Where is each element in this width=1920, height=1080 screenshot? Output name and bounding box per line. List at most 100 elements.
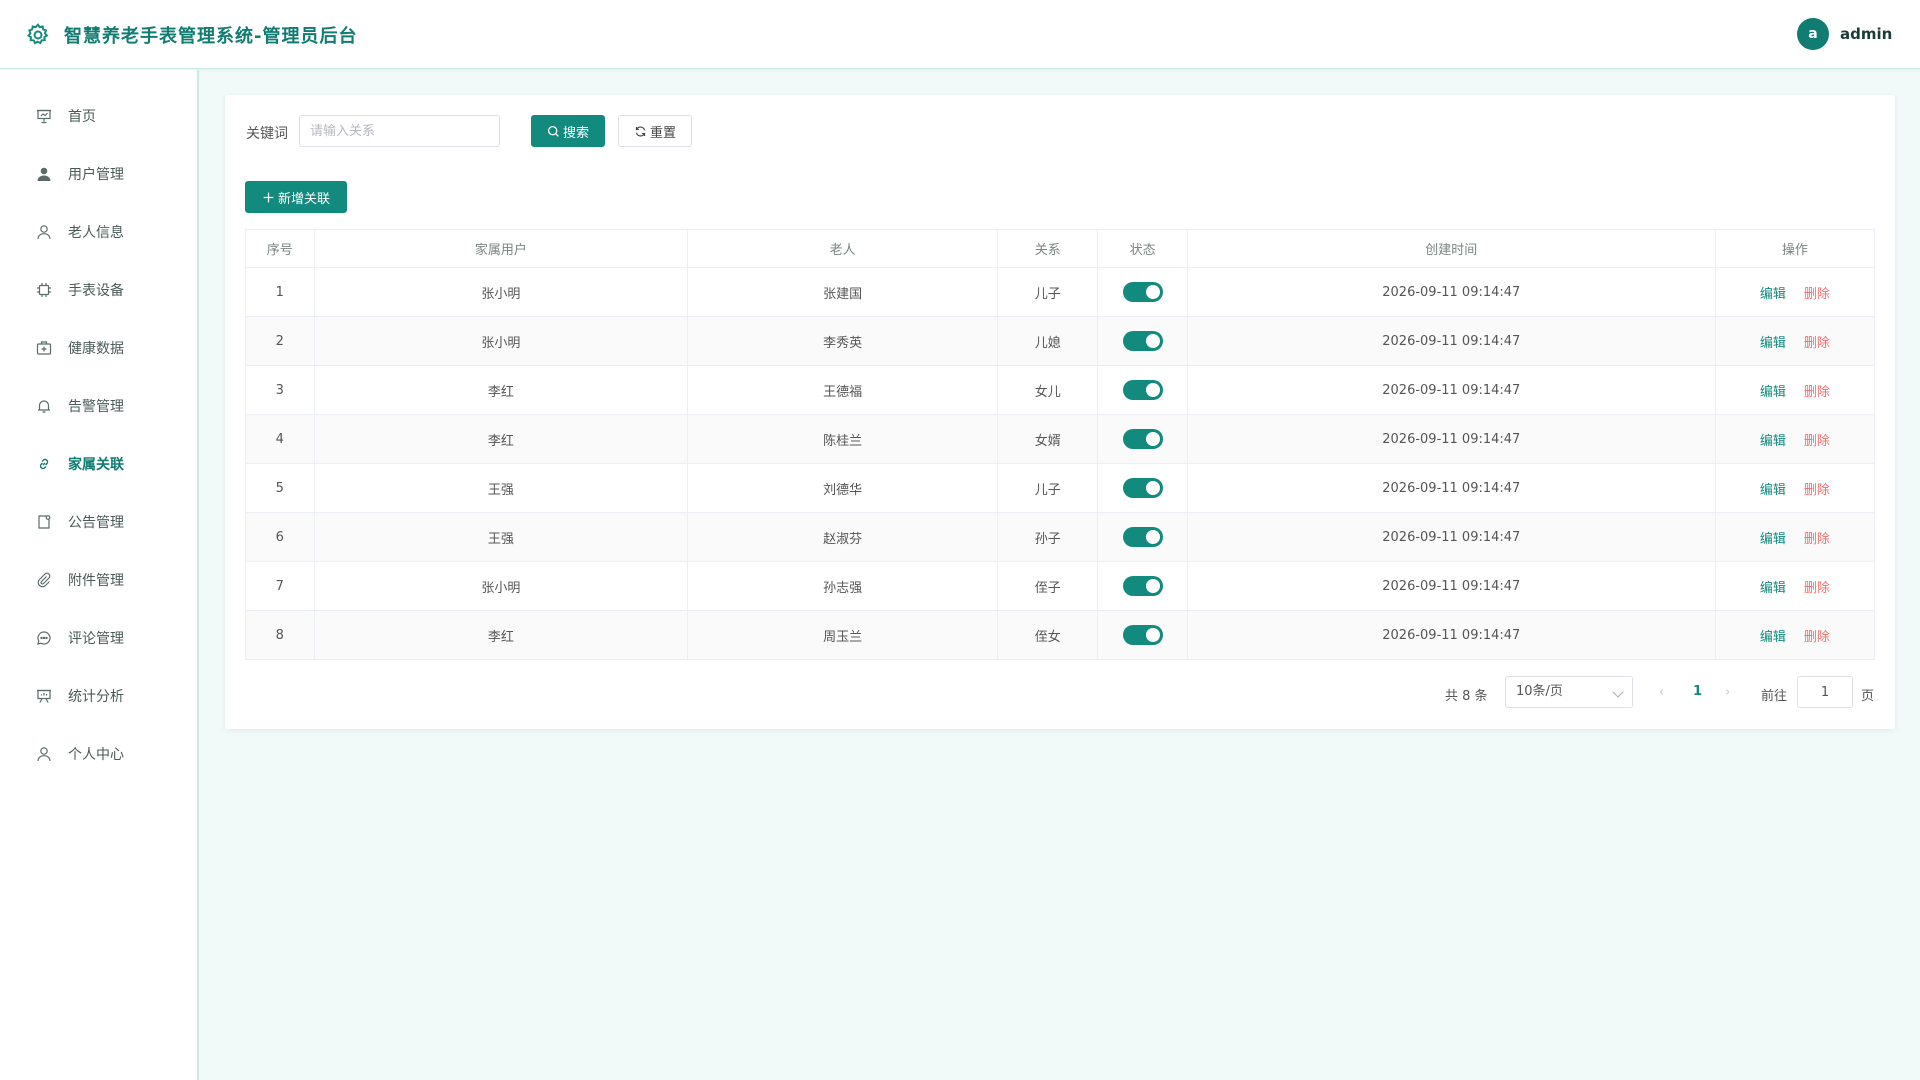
add-link-button[interactable]: 新增关联	[245, 181, 347, 213]
reset-button[interactable]: 重置	[618, 115, 692, 147]
sidebar-item-users[interactable]: 用户管理	[0, 145, 197, 203]
delete-button[interactable]: 删除	[1804, 287, 1830, 302]
sidebar-item-family-links[interactable]: 家属关联	[0, 435, 197, 493]
next-page-button[interactable]: ›	[1725, 685, 1730, 700]
delete-button[interactable]: 删除	[1804, 483, 1830, 498]
delete-button[interactable]: 删除	[1804, 385, 1830, 400]
row-created-time: 2026-09-11 09:14:47	[1186, 316, 1716, 366]
sidebar-item-health[interactable]: 健康数据	[0, 319, 197, 377]
row-family-user: 张小明	[313, 316, 689, 366]
home-chart-icon	[37, 109, 51, 124]
avatar[interactable]: a	[1797, 18, 1829, 50]
delete-button[interactable]: 删除	[1804, 434, 1830, 449]
row-relation: 女婿	[997, 414, 1099, 464]
row-elder: 张建国	[687, 267, 999, 317]
sidebar-item-alerts[interactable]: 告警管理	[0, 377, 197, 435]
row-actions: 编辑 删除	[1714, 512, 1876, 562]
delete-button[interactable]: 删除	[1804, 336, 1830, 351]
row-actions: 编辑 删除	[1714, 414, 1876, 464]
row-family-user: 李红	[313, 365, 689, 415]
row-actions: 编辑 删除	[1714, 561, 1876, 611]
edit-button[interactable]: 编辑	[1760, 532, 1786, 547]
status-toggle[interactable]	[1122, 331, 1163, 351]
status-toggle[interactable]	[1122, 380, 1163, 400]
sidebar-item-label: 公告管理	[68, 515, 124, 531]
column-header-created[interactable]: 创建时间	[1186, 229, 1716, 268]
user-filled-icon	[37, 167, 51, 181]
top-header: 智慧养老手表管理系统-管理员后台 a admin	[0, 0, 1920, 69]
add-link-button-label: 新增关联	[277, 191, 330, 207]
page-size-select[interactable]: 10条/页	[1505, 676, 1633, 708]
row-no: 1	[245, 267, 315, 317]
sidebar-item-label: 老人信息	[68, 225, 124, 241]
row-actions: 编辑 删除	[1714, 267, 1876, 317]
username[interactable]: admin	[1840, 25, 1892, 43]
delete-button[interactable]: 删除	[1804, 581, 1830, 596]
sidebar-item-label: 附件管理	[68, 573, 124, 589]
status-toggle[interactable]	[1122, 478, 1163, 498]
keyword-input[interactable]	[299, 115, 500, 147]
sidebar-item-attachments[interactable]: 附件管理	[0, 551, 197, 609]
sidebar-item-profile[interactable]: 个人中心	[0, 725, 197, 783]
row-no: 7	[245, 561, 315, 611]
row-status-cell	[1097, 365, 1188, 415]
page-number-current[interactable]: 1	[1693, 684, 1702, 699]
presentation-chart-icon	[37, 689, 51, 703]
status-toggle[interactable]	[1122, 576, 1163, 596]
sidebar-item-elders[interactable]: 老人信息	[0, 203, 197, 261]
row-no: 4	[245, 414, 315, 464]
status-toggle[interactable]	[1122, 527, 1163, 547]
edit-button[interactable]: 编辑	[1760, 287, 1786, 302]
row-family-user: 王强	[313, 463, 689, 513]
search-button[interactable]: 搜索	[531, 115, 605, 147]
page-unit-label: 页	[1861, 689, 1875, 704]
row-relation: 侄女	[997, 610, 1099, 660]
status-toggle[interactable]	[1122, 282, 1163, 302]
edit-button[interactable]: 编辑	[1760, 581, 1786, 596]
reset-button-label: 重置	[649, 125, 676, 141]
sidebar-item-statistics[interactable]: 统计分析	[0, 667, 197, 725]
column-header-family-user[interactable]: 家属用户	[313, 229, 689, 268]
table-header-row: 序号 家属用户 老人 关系 状态 创建时间 操作	[245, 229, 1876, 268]
edit-button[interactable]: 编辑	[1760, 385, 1786, 400]
status-toggle[interactable]	[1122, 625, 1163, 645]
row-created-time: 2026-09-11 09:14:47	[1186, 463, 1716, 513]
goto-page-input[interactable]	[1797, 676, 1853, 708]
sidebar-item-label: 评论管理	[68, 631, 124, 647]
table-row: 3 李红 王德福 女儿 2026-09-11 09:14:47 编辑 删除	[245, 365, 1876, 415]
row-elder: 刘德华	[687, 463, 999, 513]
family-link-table: 序号 家属用户 老人 关系 状态 创建时间 操作 1 张小明 张建国 儿子 20…	[245, 229, 1876, 660]
row-elder: 周玉兰	[687, 610, 999, 660]
paperclip-icon	[37, 572, 51, 588]
column-header-status[interactable]: 状态	[1097, 229, 1188, 268]
column-header-relation[interactable]: 关系	[997, 229, 1099, 268]
row-no: 5	[245, 463, 315, 513]
page-size-value: 10条/页	[1516, 684, 1563, 699]
plus-icon	[263, 192, 274, 202]
row-elder: 赵淑芬	[687, 512, 999, 562]
search-button-label: 搜索	[562, 125, 589, 141]
row-elder: 孙志强	[687, 561, 999, 611]
sidebar-item-label: 统计分析	[68, 689, 124, 705]
prev-page-button[interactable]: ‹	[1659, 685, 1664, 700]
edit-button[interactable]: 编辑	[1760, 483, 1786, 498]
sidebar-item-label: 个人中心	[68, 747, 124, 763]
row-created-time: 2026-09-11 09:14:47	[1186, 365, 1716, 415]
sidebar-item-label: 家属关联	[68, 457, 124, 473]
column-header-elder[interactable]: 老人	[687, 229, 999, 268]
sidebar-item-devices[interactable]: 手表设备	[0, 261, 197, 319]
sidebar-item-comments[interactable]: 评论管理	[0, 609, 197, 667]
sidebar-item-label: 健康数据	[68, 341, 124, 357]
sidebar-item-notices[interactable]: 公告管理	[0, 493, 197, 551]
row-relation: 女儿	[997, 365, 1099, 415]
sidebar-item-home[interactable]: 首页	[0, 87, 197, 145]
status-toggle[interactable]	[1122, 429, 1163, 449]
row-family-user: 张小明	[313, 267, 689, 317]
table-row: 1 张小明 张建国 儿子 2026-09-11 09:14:47 编辑 删除	[245, 267, 1876, 317]
column-header-no[interactable]: 序号	[245, 229, 315, 268]
delete-button[interactable]: 删除	[1804, 630, 1830, 645]
edit-button[interactable]: 编辑	[1760, 630, 1786, 645]
delete-button[interactable]: 删除	[1804, 532, 1830, 547]
edit-button[interactable]: 编辑	[1760, 434, 1786, 449]
edit-button[interactable]: 编辑	[1760, 336, 1786, 351]
